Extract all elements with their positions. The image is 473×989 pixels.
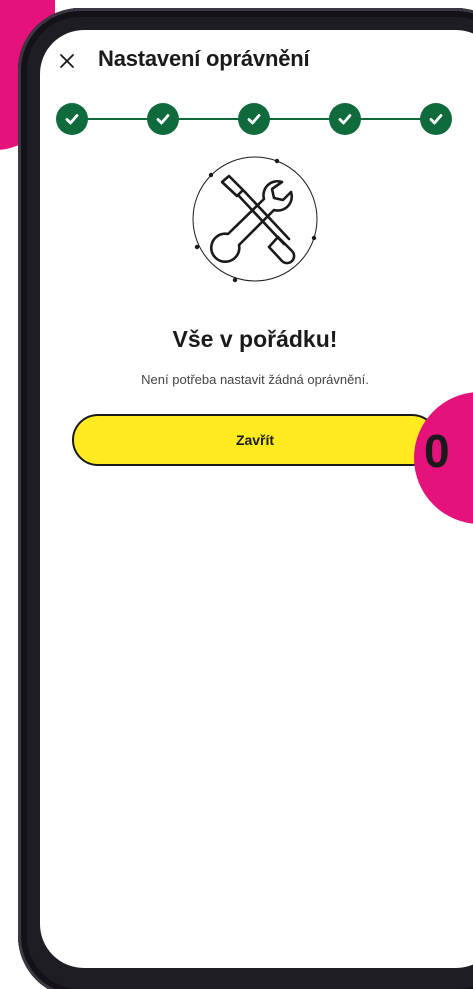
close-button[interactable] — [54, 48, 80, 74]
step-3 — [238, 103, 270, 135]
page-title: Nastavení oprávnění — [98, 46, 310, 71]
step-2 — [147, 103, 179, 135]
check-icon — [338, 114, 352, 125]
result-message: Není potřeba nastavit žádná oprávnění. — [141, 372, 369, 387]
wrench-screwdriver-icon — [192, 156, 318, 283]
progress-stepper — [40, 100, 473, 140]
app-canvas: Nastavení oprávnění Vše v pořádku! Není … — [0, 0, 473, 989]
phone-screen: Nastavení oprávnění Vše v pořádku! Není … — [40, 30, 473, 968]
step-5 — [420, 103, 452, 135]
check-icon — [429, 114, 443, 125]
step-4 — [329, 103, 361, 135]
step-1 — [56, 103, 88, 135]
close-primary-button[interactable]: Zavřít — [72, 414, 438, 466]
result-heading: Vše v pořádku! — [172, 326, 338, 352]
close-icon — [60, 54, 74, 68]
check-icon — [247, 114, 261, 125]
check-icon — [65, 114, 79, 125]
check-icon — [156, 114, 170, 125]
brand-badge-number: 0 — [424, 425, 450, 477]
